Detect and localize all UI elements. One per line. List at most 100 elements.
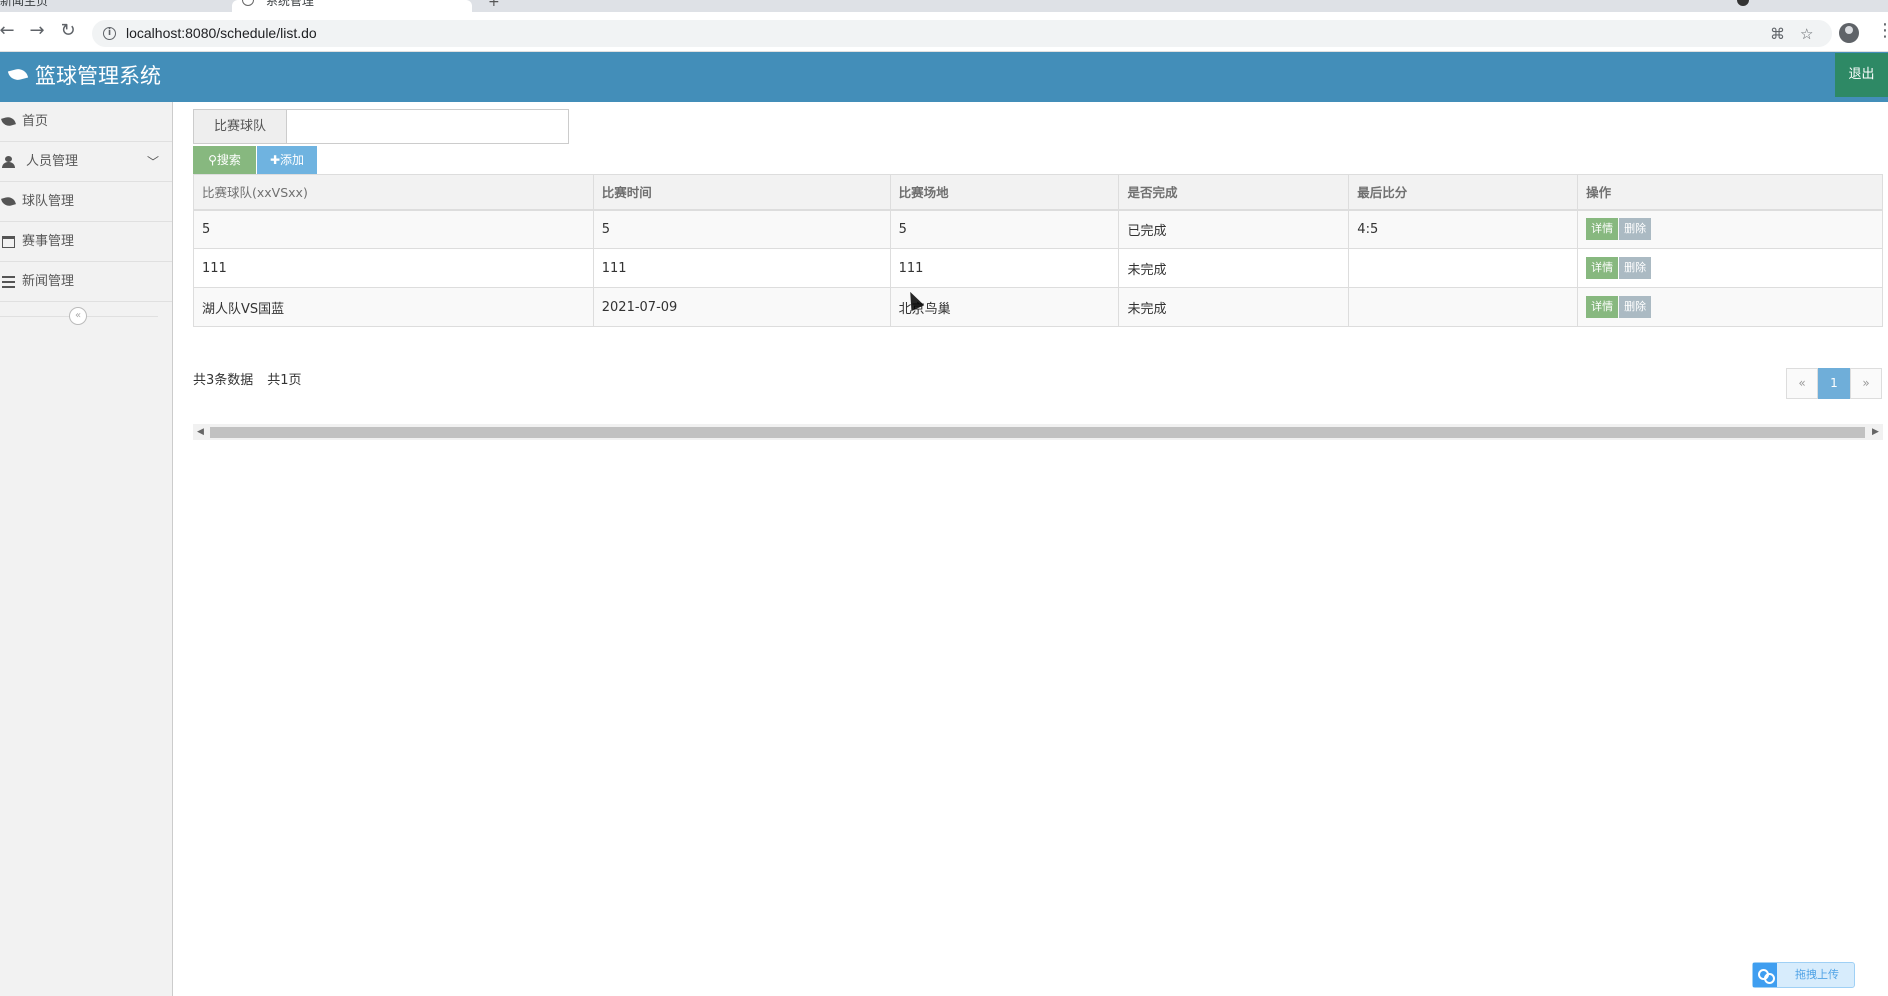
list-icon — [2, 276, 15, 288]
sidebar-item-news[interactable]: 新闻管理 — [0, 262, 172, 302]
sidebar-item-label: 人员管理 — [26, 154, 79, 169]
brand-title: 篮球管理系统 — [35, 64, 161, 88]
search-icon: ⚲ — [208, 153, 217, 167]
cell-score: 4:5 — [1348, 209, 1579, 249]
scroll-left-icon[interactable]: ◀ — [197, 424, 204, 440]
column-header-venue: 比赛场地 — [889, 174, 1120, 211]
site-info-icon[interactable]: i — [103, 27, 116, 40]
plus-icon: ✚ — [269, 153, 281, 167]
cell-score — [1348, 287, 1579, 327]
profile-avatar-icon[interactable] — [1839, 23, 1859, 43]
schedule-table: 比赛球队(xxVSxx) 比赛时间 比赛场地 是否完成 最后比分 操作 5 5 … — [193, 174, 1883, 327]
search-button[interactable]: ⚲搜索 — [193, 146, 256, 174]
sidebar-item-home[interactable]: 首页 — [0, 102, 172, 142]
sidebar-item-label: 赛事管理 — [22, 234, 75, 249]
reload-icon[interactable]: ↻ — [57, 20, 79, 42]
detail-button[interactable]: 详情 — [1586, 296, 1619, 318]
translate-icon[interactable]: ⌘ — [1770, 25, 1785, 43]
sidebar-item-personnel[interactable]: 人员管理 ﹀ — [0, 142, 172, 182]
app-header: 篮球管理系统 — [0, 52, 1888, 102]
cell-team: 111 — [193, 248, 594, 288]
forward-arrow-icon[interactable]: → — [26, 20, 48, 42]
search-button-label: 搜索 — [216, 153, 241, 167]
delete-button[interactable]: 删除 — [1619, 257, 1652, 279]
delete-button[interactable]: 删除 — [1619, 218, 1652, 241]
back-arrow-icon[interactable]: ← — [0, 20, 18, 42]
sidebar-item-schedule[interactable]: 赛事管理 — [0, 222, 172, 262]
scroll-right-icon[interactable]: ▶ — [1872, 424, 1879, 440]
tab-title: 系统管理 — [265, 0, 314, 8]
user-icon — [2, 156, 15, 168]
cell-venue: 111 — [889, 248, 1120, 288]
sidebar-item-teams[interactable]: 球队管理 — [0, 182, 172, 222]
app-brand[interactable]: 篮球管理系统 — [7, 61, 161, 91]
sidebar-item-label: 首页 — [22, 114, 49, 129]
pagination: « 1 » — [1786, 368, 1882, 399]
next-page-button[interactable]: » — [1850, 368, 1882, 399]
detail-button[interactable]: 详情 — [1586, 257, 1619, 279]
page-button[interactable]: 1 — [1818, 368, 1850, 399]
sidebar-item-label: 新闻管理 — [22, 274, 75, 289]
upload-label: 拖拽上传 — [1795, 968, 1839, 981]
table-header-row: 比赛球队(xxVSxx) 比赛时间 比赛场地 是否完成 最后比分 操作 — [193, 174, 1883, 211]
sidebar-collapse-bar: « — [0, 302, 172, 332]
sidebar: 首页 人员管理 ﹀ 球队管理 赛事管理 新闻管理 « — [0, 102, 173, 996]
leaf-icon — [7, 66, 29, 83]
add-button-label: 添加 — [280, 153, 305, 167]
browser-tab[interactable]: 新闻主页 × — [0, 0, 228, 12]
table-row: 111 111 111 未完成 详情 删除 — [193, 248, 1883, 288]
calendar-icon — [2, 236, 15, 248]
tab-title: 新闻主页 — [0, 0, 49, 8]
cell-actions: 详情 删除 — [1577, 209, 1883, 249]
column-header-actions: 操作 — [1577, 174, 1883, 211]
column-header-time: 比赛时间 — [592, 174, 891, 211]
cell-time: 111 — [592, 248, 891, 288]
detail-button[interactable]: 详情 — [1586, 218, 1619, 241]
cell-time: 2021-07-09 — [592, 287, 891, 327]
new-tab-icon[interactable]: + — [488, 0, 500, 10]
cloud-upload-icon — [1753, 963, 1777, 987]
bookmark-star-icon[interactable]: ☆ — [1800, 25, 1813, 43]
table-row: 5 5 5 已完成 4:5 详情 删除 — [193, 209, 1883, 249]
delete-button[interactable]: 删除 — [1619, 296, 1652, 318]
cell-time: 5 — [592, 209, 891, 249]
globe-icon — [242, 0, 254, 6]
prev-page-button[interactable]: « — [1786, 368, 1818, 399]
total-pages: 共1页 — [267, 373, 302, 388]
tab-search-icon[interactable] — [1737, 0, 1749, 6]
column-header-team: 比赛球队(xxVSxx) — [193, 174, 594, 211]
url-text[interactable]: localhost:8080/schedule/list.do — [126, 25, 317, 41]
cell-venue: 北京鸟巢 — [889, 287, 1120, 327]
cell-score — [1348, 248, 1579, 288]
search-label: 比赛球队 — [193, 109, 287, 144]
total-records: 共3条数据 — [193, 373, 254, 388]
table-row: 湖人队VS国蓝 2021-07-09 北京鸟巢 未完成 详情 删除 — [193, 287, 1883, 327]
pagination-summary: 共3条数据 共1页 — [193, 369, 316, 388]
leaf-icon — [1, 115, 16, 128]
cell-team: 湖人队VS国蓝 — [193, 287, 594, 327]
leaf-icon — [1, 195, 16, 208]
add-button[interactable]: ✚添加 — [257, 146, 317, 174]
column-header-done: 是否完成 — [1118, 174, 1350, 211]
cell-done: 未完成 — [1118, 248, 1350, 288]
cell-done: 未完成 — [1118, 287, 1350, 327]
cell-done: 已完成 — [1118, 209, 1350, 249]
drag-upload-widget[interactable]: 拖拽上传 — [1752, 962, 1855, 988]
logout-button[interactable]: 退出 — [1835, 53, 1888, 97]
collapse-sidebar-icon[interactable]: « — [69, 307, 87, 325]
browser-tabstrip: 新闻主页 × 系统管理 × + — [0, 0, 1888, 12]
cell-team: 5 — [193, 209, 594, 249]
scrollbar-thumb[interactable] — [210, 427, 1865, 438]
chevron-down-icon[interactable]: ﹀ — [147, 142, 159, 182]
cell-actions: 详情 删除 — [1577, 248, 1883, 288]
address-bar[interactable]: i localhost:8080/schedule/list.do ⌘ ☆ — [92, 20, 1832, 47]
search-input[interactable] — [287, 109, 569, 144]
cell-actions: 详情 删除 — [1577, 287, 1883, 327]
browser-toolbar: ← → ↻ i localhost:8080/schedule/list.do … — [0, 12, 1888, 52]
sidebar-item-label: 球队管理 — [22, 194, 75, 209]
browser-tab-active[interactable]: 系统管理 × — [232, 0, 472, 12]
browser-menu-icon[interactable]: ⋮ — [1876, 20, 1888, 41]
column-header-score: 最后比分 — [1348, 174, 1579, 211]
cell-venue: 5 — [889, 209, 1120, 249]
horizontal-scrollbar[interactable]: ◀ ▶ — [193, 424, 1883, 440]
